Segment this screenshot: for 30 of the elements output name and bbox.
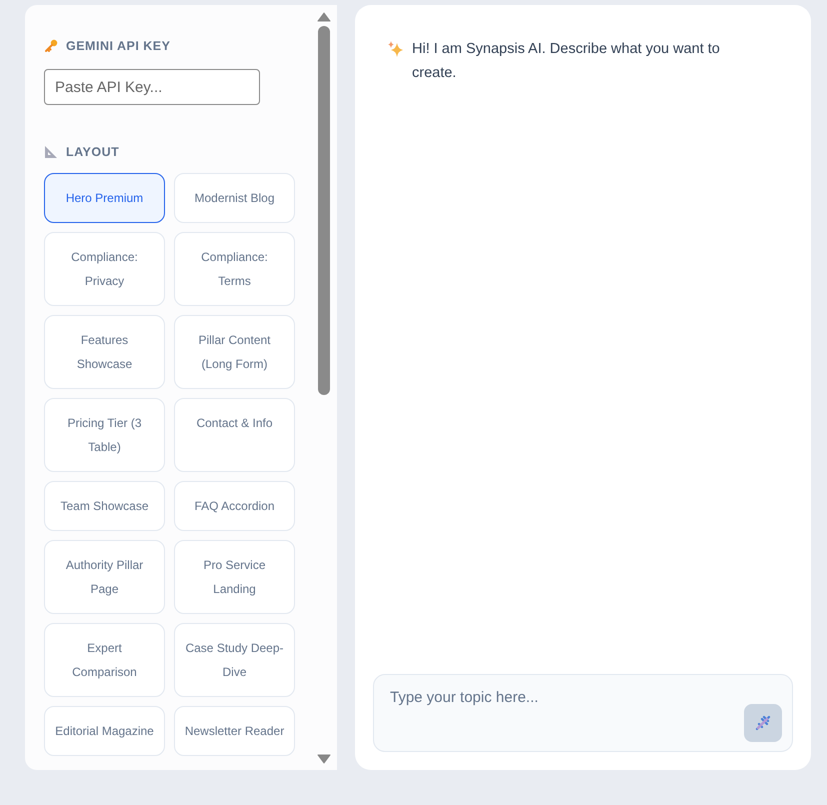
- layout-option[interactable]: Case Study Deep-Dive: [174, 623, 295, 697]
- layout-option[interactable]: Team Showcase: [44, 481, 165, 531]
- airplane-icon: [755, 715, 771, 731]
- key-icon: [44, 39, 58, 53]
- section-heading: LAYOUT: [66, 145, 120, 159]
- layout-option[interactable]: Compliance: Terms: [174, 232, 295, 306]
- section-heading: GEMINI API KEY: [66, 39, 170, 53]
- layout-option[interactable]: Pro Service Landing: [174, 540, 295, 614]
- scroll-down-icon[interactable]: [317, 754, 331, 764]
- sparkles-icon: [388, 41, 404, 57]
- layout-option[interactable]: Pricing Tier (3 Table): [44, 398, 165, 472]
- layout-option[interactable]: Features Showcase: [44, 315, 165, 389]
- send-button[interactable]: [744, 704, 782, 742]
- layout-option[interactable]: Expert Comparison: [44, 623, 165, 697]
- layout-option[interactable]: Pillar Content (Long Form): [174, 315, 295, 389]
- layout-option[interactable]: Editorial Magazine: [44, 706, 165, 756]
- topic-input-field[interactable]: Type your topic here...: [373, 674, 793, 752]
- layout-option[interactable]: Authority Pillar Page: [44, 540, 165, 614]
- layout-option[interactable]: Newsletter Reader: [174, 706, 295, 756]
- scroll-up-icon[interactable]: [317, 12, 331, 22]
- topic-text-area[interactable]: Type your topic here...: [390, 689, 744, 739]
- layout-option[interactable]: FAQ Accordion: [174, 481, 295, 531]
- layout-option[interactable]: Contact & Info: [174, 398, 295, 472]
- layout-option[interactable]: Compliance: Privacy: [44, 232, 165, 306]
- scrollbar-thumb[interactable]: [318, 26, 330, 395]
- api-key-field[interactable]: Paste API Key...: [44, 69, 260, 105]
- layout-option[interactable]: Modernist Blog: [174, 173, 295, 223]
- layout-option[interactable]: Hero Premium: [44, 173, 165, 223]
- assistant-message: Hi! I am Synapsis AI. Describe what you want to create.: [412, 40, 721, 83]
- triangle-ruler-icon: [44, 145, 58, 159]
